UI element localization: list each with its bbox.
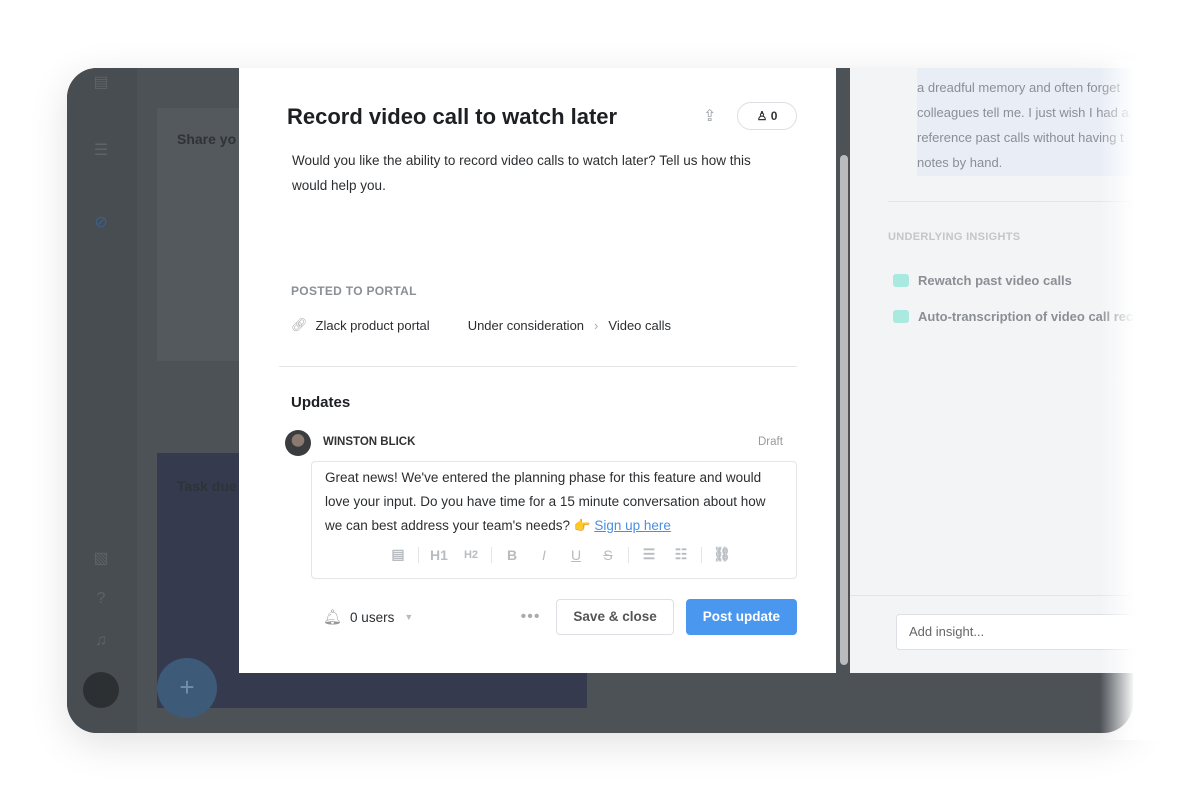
description: Would you like the ability to record vid… <box>292 153 751 193</box>
divider <box>888 201 1133 202</box>
h1-button[interactable]: H1 <box>423 547 455 563</box>
portal-info: 🔗︎ Zlack product portal Under considerat… <box>291 317 671 333</box>
chart-icon[interactable]: ▧ <box>91 548 111 568</box>
bullet-list-icon[interactable]: ☰ <box>633 546 665 563</box>
chevron-right-icon: › <box>594 317 599 333</box>
portal-icon[interactable]: ⊘ <box>91 212 111 232</box>
link-icon[interactable]: ⛓ <box>706 546 738 563</box>
bell-icon[interactable]: ♫ <box>91 632 111 652</box>
background-card-title: Share yo <box>177 131 237 147</box>
insight-swatch <box>893 310 909 323</box>
portal-name[interactable]: Zlack product portal <box>316 318 430 333</box>
update-editor[interactable]: Great news! We've entered the planning p… <box>311 461 797 579</box>
share-icon[interactable]: ⇪ <box>703 106 723 126</box>
add-button[interactable]: + <box>157 658 217 718</box>
notes-icon[interactable]: ▤ <box>91 72 111 92</box>
vote-count: 0 <box>770 109 778 123</box>
insights-panel: a dreadful memory and often forget colle… <box>850 68 1133 673</box>
category[interactable]: Video calls <box>608 318 671 333</box>
block-icon[interactable]: ▤ <box>382 546 414 563</box>
sidebar: ▤ ☰ ⊘ ▧ ? ♫ <box>67 68 137 733</box>
editor-text[interactable]: Great news! We've entered the planning p… <box>325 470 766 533</box>
h2-button[interactable]: H2 <box>455 549 487 561</box>
strikethrough-button[interactable]: S <box>592 547 624 563</box>
help-icon[interactable]: ? <box>91 590 111 610</box>
avatar <box>285 430 311 456</box>
edge-fade <box>1100 60 1200 740</box>
save-close-button[interactable]: Save & close <box>556 599 674 635</box>
insights-label: UNDERLYING INSIGHTS <box>888 231 1021 243</box>
vote-button[interactable]: ♙ 0 <box>737 102 797 130</box>
avatar[interactable] <box>83 672 119 708</box>
post-update-button[interactable]: Post update <box>685 599 797 635</box>
chevron-down-icon[interactable]: ▼ <box>404 612 413 622</box>
idea-modal: Record video call to watch later ⇪ ♙ 0 W… <box>239 68 836 673</box>
sign-up-link[interactable]: Sign up here <box>594 518 671 533</box>
numbered-list-icon[interactable]: ☷ <box>665 546 697 563</box>
bold-button[interactable]: B <box>496 547 528 563</box>
divider <box>850 595 1133 596</box>
more-icon[interactable]: ••• <box>521 608 541 626</box>
insight-label: Rewatch past video calls <box>918 273 1072 288</box>
divider <box>279 366 797 367</box>
pointing-emoji: 👉 <box>573 518 591 533</box>
insight-item[interactable]: Auto-transcription of video call recordi… <box>893 309 1133 324</box>
updates-title: Updates <box>291 394 351 411</box>
posted-label: POSTED TO PORTAL <box>291 284 417 298</box>
update-footer: 🔔︎ 0 users ▼ ••• Save & close Post updat… <box>323 599 797 635</box>
underline-button[interactable]: U <box>560 547 592 563</box>
italic-button[interactable]: I <box>528 547 560 563</box>
insight-item[interactable]: Rewatch past video calls <box>893 273 1072 288</box>
notify-users[interactable]: 0 users <box>350 610 394 625</box>
link-icon: 🔗︎ <box>291 317 308 332</box>
insight-swatch <box>893 274 909 287</box>
draft-badge: Draft <box>758 436 783 448</box>
bell-icon[interactable]: 🔔︎ <box>323 608 342 626</box>
menu-icon[interactable]: ☰ <box>91 140 111 160</box>
author-name: WINSTON BLICK <box>323 436 416 448</box>
status[interactable]: Under consideration <box>468 318 584 333</box>
user-icon: ♙ <box>756 109 771 123</box>
format-toolbar: ▤ H1 H2 B I U S ☰ ☷ ⛓ <box>382 546 738 563</box>
page-title: Record video call to watch later <box>287 104 618 129</box>
add-insight-input[interactable]: Add insight... <box>896 614 1133 650</box>
scrollbar[interactable] <box>840 155 848 665</box>
background-card-title: Task due <box>177 478 237 494</box>
